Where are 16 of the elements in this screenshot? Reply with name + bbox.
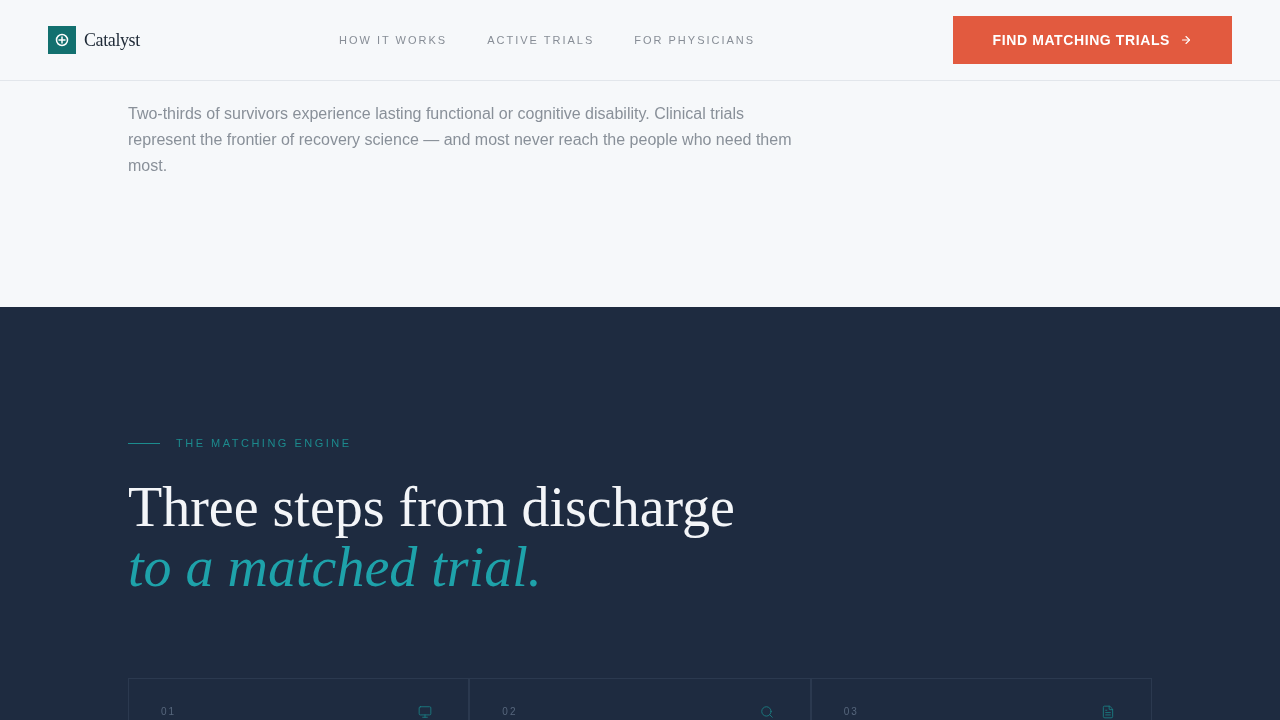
find-trials-button[interactable]: FIND MATCHING TRIALS <box>952 16 1232 64</box>
section-heading-accent: to a matched trial. <box>128 537 542 597</box>
intro-paragraph: Two-thirds of survivors experience lasting functional or cognitive disability. Clinical trials represent the frontier of recovery science — and most never reach the people who need them most. <box>128 104 793 176</box>
nav-link[interactable]: HOW IT WORKS <box>339 34 448 46</box>
section-heading: Three steps from discharge <box>128 477 735 537</box>
nav-link[interactable]: FOR PHYSICIANS <box>634 34 756 46</box>
section-eyebrow: THE MATCHING ENGINE <box>176 437 352 449</box>
logo-icon <box>48 26 76 54</box>
monitor-icon <box>418 705 433 719</box>
step-number: 03 <box>843 705 859 719</box>
brand-name: Catalyst <box>84 29 140 51</box>
nav-link[interactable]: ACTIVE TRIALS <box>487 34 595 46</box>
document-icon <box>1101 705 1115 719</box>
arrow-right-icon <box>1180 34 1192 46</box>
search-icon <box>759 705 774 719</box>
step-number: 01 <box>161 705 177 719</box>
